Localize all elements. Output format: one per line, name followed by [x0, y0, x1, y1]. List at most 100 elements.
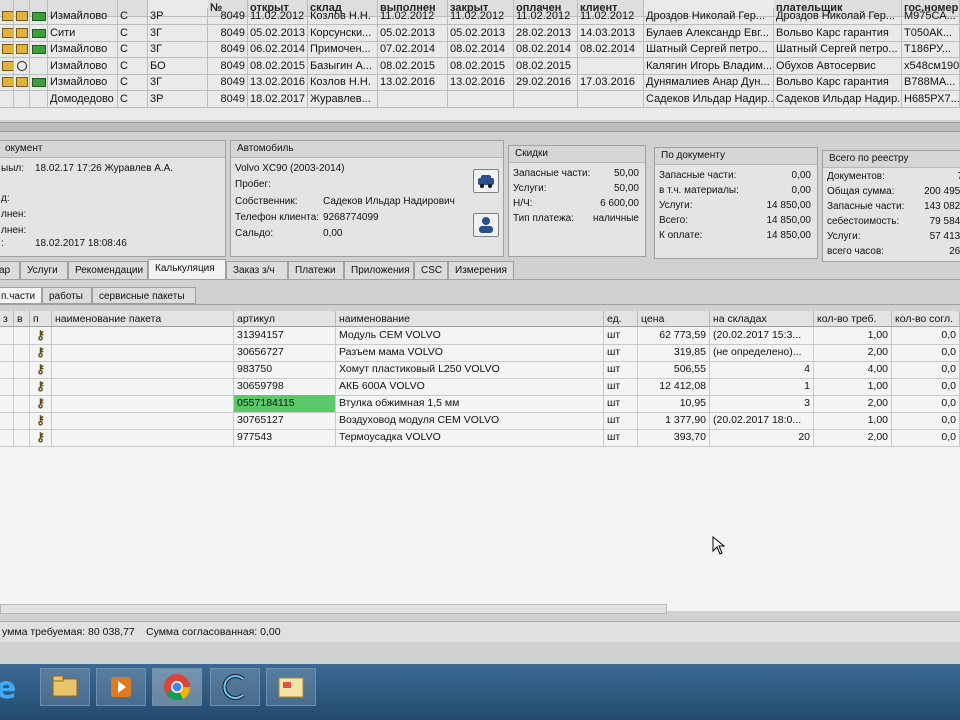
grid-cell-plate: Т186РУ... — [902, 41, 960, 57]
grid-icon-cell — [0, 57, 14, 74]
parts-header-cell[interactable]: ед. — [604, 311, 638, 327]
folder-app-icon[interactable] — [266, 668, 316, 706]
cell-article[interactable]: 31394157 — [234, 327, 336, 344]
grid-cell-client: Дунямалиев Анар Дун... — [644, 74, 774, 90]
grid-cell-paid: 08.02.2014 — [578, 41, 644, 57]
empty-cell — [52, 412, 234, 429]
cell-qty_req: 2,00 — [814, 429, 892, 446]
parts-header-cell[interactable]: кол-во согл. — [892, 311, 960, 327]
owner-value: Садеков Ильдар Надирович — [323, 196, 455, 207]
grid-cell-warehouse: Примочен... — [308, 41, 378, 57]
bydoc-panel-value: 14 850,00 — [766, 230, 812, 241]
table-row[interactable]: ⚷ 977543 Термоусадка VOLVO шт 393,70 20 2,00 0,… — [0, 429, 960, 447]
table-row[interactable]: ⚷ 983750 Хомут пластиковый L250 VOLVO шт 506… — [0, 361, 960, 379]
parts-header-cell[interactable]: в — [14, 311, 30, 327]
grid-icon-cell — [14, 24, 30, 41]
grid-icon-cell — [0, 74, 14, 90]
cell-price: 393,70 — [638, 429, 710, 446]
ie-icon[interactable]: e — [0, 668, 36, 706]
empty-cell — [0, 395, 14, 412]
grid-cell-done2: 08.02.2014 — [448, 41, 514, 57]
bydoc-panel-value: 14 850,00 — [766, 215, 812, 226]
cell-qty_agr: 0,0 — [892, 429, 960, 446]
table-row[interactable]: ⚷ 30656727 Разъем мама VOLVO шт 319,85 (не оп… — [0, 344, 960, 362]
cell-price: 319,85 — [638, 344, 710, 361]
empty-cell — [14, 344, 30, 361]
tab-4[interactable]: Заказ з/ч — [226, 261, 288, 279]
cell-unit: шт — [604, 378, 638, 395]
tab-8[interactable]: Измерения — [448, 261, 514, 279]
table-row[interactable]: ⚷ 30765127 Воздуховод модуля CEM VOLVO шт 1 … — [0, 412, 960, 430]
parts-header-cell[interactable]: на складах — [710, 311, 814, 327]
parts-header-cell[interactable]: п — [30, 311, 52, 327]
parts-header-cell[interactable]: наименование пакета — [52, 311, 234, 327]
tab-1[interactable]: Услуги — [20, 261, 68, 279]
cell-name: Модуль CEM VOLVO — [336, 327, 604, 344]
tab-0[interactable]: ар — [0, 261, 20, 279]
empty-cell — [0, 429, 14, 446]
grid-row[interactable]: Измайлово С 3Г 8049 13.02.2016 Козлов Н.Н. 13.… — [0, 74, 960, 91]
cell-article[interactable]: 30765127 — [234, 412, 336, 429]
tab-5[interactable]: Платежи — [288, 261, 344, 279]
parts-header-cell[interactable]: з — [0, 311, 14, 327]
media-icon[interactable] — [96, 668, 146, 706]
registry-panel-value: 26, — [949, 246, 960, 257]
document-field-label: ыыл: — [1, 163, 24, 174]
tab-7[interactable]: CSC — [414, 261, 448, 279]
grid-row[interactable]: Измайлово С БО 8049 08.02.2015 Базыгин А... 08… — [0, 57, 960, 75]
panel-splitter[interactable] — [0, 122, 960, 132]
document-field-value: 18.02.2017 18:08:46 — [35, 238, 127, 249]
cell-price: 1 377,90 — [638, 412, 710, 429]
chrome-icon[interactable] — [152, 668, 202, 706]
folder-icon — [16, 11, 28, 21]
grid-row[interactable]: Домодедово С 3Р 8049 18.02.2017 Журавлев... Са… — [0, 90, 960, 108]
explorer-icon[interactable] — [40, 668, 90, 706]
grid-cell-done: 08.02.2015 — [378, 57, 448, 74]
parts-header-cell[interactable]: наименование — [336, 311, 604, 327]
cell-article[interactable]: 30656727 — [234, 344, 336, 361]
status-circle-icon — [16, 60, 27, 71]
horizontal-scrollbar[interactable] — [0, 604, 667, 614]
subtab-0[interactable]: п.части — [0, 287, 42, 304]
cell-stock: 3 — [710, 395, 814, 412]
grid-row[interactable]: Сити С 3Г 8049 05.02.2013 Корсунски... 05.02.2… — [0, 24, 960, 42]
client-card-button[interactable] — [473, 213, 499, 237]
table-row[interactable]: ⚷ 30659798 АКБ 600А VOLVO шт 12 412,08 1 1,00 0… — [0, 378, 960, 396]
tab-6[interactable]: Приложения — [344, 261, 414, 279]
cell-name: АКБ 600А VOLVO — [336, 378, 604, 395]
cell-article[interactable]: 977543 — [234, 429, 336, 446]
empty-cell — [52, 327, 234, 344]
subtab-2[interactable]: сервисные пакеты — [92, 287, 196, 304]
key-cell: ⚷ — [30, 378, 52, 395]
cell-article[interactable]: 0557184115 — [234, 395, 336, 412]
app-icon[interactable] — [210, 668, 260, 706]
tab-3[interactable]: Калькуляция — [148, 259, 226, 280]
grid-icon-cell — [0, 24, 14, 41]
grid-cell-opened: 18.02.2017 — [248, 90, 308, 107]
table-row[interactable]: ⚷ 0557184115 Втулка обжимная 1,5 мм шт 10,95… — [0, 395, 960, 413]
subtab-1[interactable]: работы — [42, 287, 92, 304]
key-icon: ⚷ — [36, 430, 45, 444]
tab-2[interactable]: Рекомендации — [68, 261, 148, 279]
by-document-panel-title: По документу — [655, 148, 817, 165]
grid-cell-done2 — [448, 90, 514, 107]
document-field-value: 18.02.17 17:26 Журавлев А.А. — [35, 163, 174, 174]
parts-header-cell[interactable]: цена — [638, 311, 710, 327]
parts-header-cell[interactable]: артикул — [234, 311, 336, 327]
cell-unit: шт — [604, 429, 638, 446]
cell-article[interactable]: 983750 — [234, 361, 336, 378]
car-card-button[interactable] — [473, 169, 499, 193]
grid-cell-opened: 08.02.2015 — [248, 57, 308, 74]
empty-cell — [14, 412, 30, 429]
grid-row[interactable]: Измайлово С 3Г 8049 06.02.2014 Примочен... 07.… — [0, 41, 960, 58]
cell-qty_req: 4,00 — [814, 361, 892, 378]
table-row[interactable]: ⚷ 31394157 Модуль CEM VOLVO шт 62 773,59 (20.… — [0, 327, 960, 345]
cell-article[interactable]: 30659798 — [234, 378, 336, 395]
parts-header-cell[interactable]: кол-во треб. — [814, 311, 892, 327]
grid-row[interactable]: Измайлово С 3Р 8049 11.02.2012 Козлов Н.Н. 11.… — [0, 8, 960, 25]
grid-cell-t: С — [118, 90, 148, 107]
grid-cell-closed: 29.02.2016 — [514, 74, 578, 90]
folder-icon — [2, 11, 13, 21]
discounts-panel-label: Услуги: — [513, 183, 547, 194]
mouse-cursor-icon — [712, 536, 726, 555]
